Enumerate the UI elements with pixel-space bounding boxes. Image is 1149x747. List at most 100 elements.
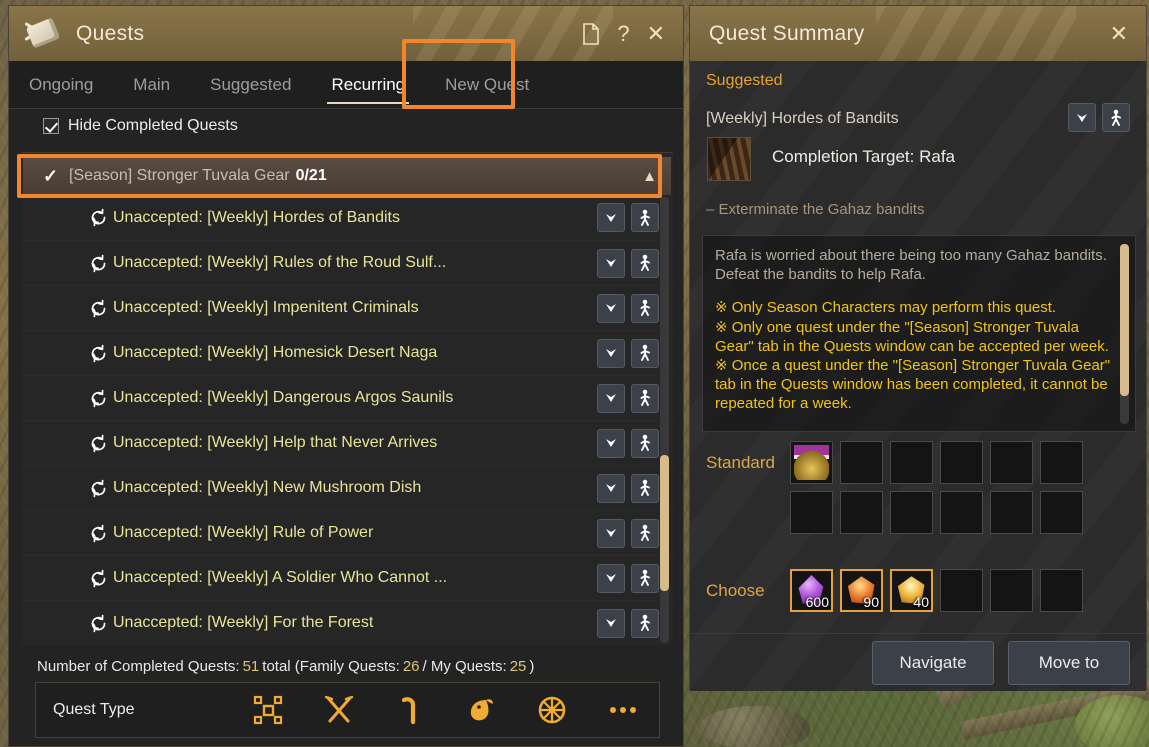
auto-walk-button[interactable] bbox=[631, 608, 659, 638]
tab-main[interactable]: Main bbox=[113, 61, 190, 108]
quest-summary-window: Quest Summary ✕ Suggested [Weekly] Horde… bbox=[689, 5, 1147, 691]
auto-walk-button[interactable] bbox=[631, 383, 659, 413]
reward-slot[interactable] bbox=[1040, 441, 1083, 484]
move-to-button[interactable]: Move to bbox=[1008, 640, 1130, 685]
quest-row[interactable]: Unaccepted: [Weekly] Dangerous Argos Sau… bbox=[21, 375, 673, 420]
combat-icon[interactable] bbox=[322, 693, 356, 727]
quest-row[interactable]: Unaccepted: [Weekly] New Mushroom Dish bbox=[21, 465, 673, 510]
tab-recurring[interactable]: Recurring bbox=[311, 61, 425, 108]
track-quest-button[interactable] bbox=[597, 203, 625, 232]
quest-row-actions bbox=[597, 473, 659, 503]
reward-slot[interactable] bbox=[790, 441, 833, 484]
auto-walk-button[interactable] bbox=[631, 428, 659, 458]
hoe-icon[interactable] bbox=[393, 693, 427, 727]
close-icon[interactable]: ✕ bbox=[1110, 22, 1128, 45]
completion-target: Completion Target: Rafa bbox=[772, 147, 956, 166]
check-icon: ✓ bbox=[43, 165, 59, 186]
quest-row-label: Unaccepted: [Weekly] Rule of Power bbox=[113, 524, 374, 541]
track-quest-button[interactable] bbox=[597, 338, 625, 368]
reward-slot[interactable] bbox=[990, 491, 1033, 534]
standard-slot-line bbox=[790, 491, 1083, 534]
auto-walk-button[interactable] bbox=[631, 518, 659, 548]
quest-row[interactable]: Unaccepted: [Weekly] A Soldier Who Canno… bbox=[21, 555, 673, 600]
track-quest-button[interactable] bbox=[597, 563, 625, 593]
track-quest-button[interactable] bbox=[597, 383, 625, 413]
reward-slot[interactable] bbox=[990, 441, 1033, 484]
close-icon[interactable]: ✕ bbox=[647, 22, 665, 45]
quest-category: Suggested bbox=[706, 72, 783, 89]
reward-slot[interactable] bbox=[840, 441, 883, 484]
quest-row[interactable]: Unaccepted: [Weekly] Rules of the Roud S… bbox=[21, 240, 673, 285]
repeatable-quest-icon bbox=[89, 614, 108, 633]
track-quest-button[interactable] bbox=[1068, 103, 1096, 132]
description-scrollbar[interactable] bbox=[1120, 244, 1129, 424]
quest-row[interactable]: Unaccepted: [Weekly] Rule of Power bbox=[21, 510, 673, 555]
wheel-icon[interactable] bbox=[535, 693, 569, 727]
quest-type-filters bbox=[251, 693, 659, 727]
quest-row[interactable]: Unaccepted: [Weekly] For the Forest bbox=[21, 600, 673, 645]
quest-row-actions bbox=[597, 563, 659, 593]
quest-row-label: Unaccepted: [Weekly] Rules of the Roud S… bbox=[113, 254, 447, 271]
auto-walk-button[interactable] bbox=[631, 293, 659, 323]
summary-body: Suggested [Weekly] Hordes of Bandits Com… bbox=[690, 61, 1146, 691]
note-icon[interactable] bbox=[582, 22, 600, 45]
tab-ongoing[interactable]: Ongoing bbox=[9, 61, 113, 108]
quest-description-plain: Rafa is worried about there being too ma… bbox=[715, 247, 1107, 284]
track-quest-button[interactable] bbox=[597, 428, 625, 458]
reward-slot[interactable] bbox=[1040, 491, 1083, 534]
reward-slot[interactable] bbox=[940, 491, 983, 534]
track-quest-button[interactable] bbox=[597, 473, 625, 503]
medal-icon bbox=[794, 445, 829, 480]
crafting-icon[interactable] bbox=[251, 693, 285, 727]
reward-slot[interactable] bbox=[1040, 569, 1083, 612]
quest-row-actions bbox=[597, 293, 659, 323]
quest-list-scrollbar[interactable] bbox=[660, 197, 669, 643]
auto-walk-button[interactable] bbox=[631, 563, 659, 593]
navigate-button[interactable]: Navigate bbox=[872, 640, 994, 685]
auto-walk-button[interactable] bbox=[1102, 103, 1130, 132]
quest-group-row[interactable]: ✓ [Season] Stronger Tuvala Gear 0/21 ▲ bbox=[23, 157, 671, 195]
reward-slot[interactable] bbox=[890, 491, 933, 534]
tab-suggested[interactable]: Suggested bbox=[190, 61, 311, 108]
description-scroll-thumb[interactable] bbox=[1120, 244, 1129, 396]
quest-row[interactable]: Unaccepted: [Weekly] Help that Never Arr… bbox=[21, 420, 673, 465]
hide-completed-label: Hide Completed Quests bbox=[68, 117, 238, 134]
hide-completed-checkbox[interactable] bbox=[43, 118, 59, 134]
reward-slot[interactable] bbox=[940, 441, 983, 484]
repeatable-quest-icon bbox=[89, 479, 108, 498]
auto-walk-button[interactable] bbox=[631, 338, 659, 368]
auto-walk-button[interactable] bbox=[631, 203, 659, 232]
auto-walk-button[interactable] bbox=[631, 248, 659, 278]
reward-slot[interactable] bbox=[940, 569, 983, 612]
reward-slot[interactable] bbox=[890, 441, 933, 484]
track-quest-button[interactable] bbox=[597, 293, 625, 323]
reward-slot[interactable] bbox=[840, 491, 883, 534]
quest-row[interactable]: Unaccepted: [Weekly] Hordes of Bandits bbox=[21, 195, 673, 240]
more-icon[interactable] bbox=[606, 693, 640, 727]
repeatable-quest-icon bbox=[89, 208, 108, 227]
quest-list-scroll-thumb[interactable] bbox=[660, 455, 669, 591]
reward-slot[interactable]: 40 bbox=[890, 569, 933, 612]
reward-slot[interactable] bbox=[790, 491, 833, 534]
quest-row[interactable]: Unaccepted: [Weekly] Impenitent Criminal… bbox=[21, 285, 673, 330]
repeatable-quest-icon bbox=[89, 389, 108, 408]
reward-slot[interactable] bbox=[990, 569, 1033, 612]
quests-titlebar: Quests ? ✕ bbox=[9, 6, 683, 61]
chevron-up-icon[interactable]: ▲ bbox=[642, 168, 657, 185]
quest-row-actions bbox=[597, 338, 659, 368]
hide-completed-row[interactable]: Hide Completed Quests bbox=[9, 109, 683, 143]
reward-slot[interactable]: 90 bbox=[840, 569, 883, 612]
quest-row-label: Unaccepted: [Weekly] A Soldier Who Canno… bbox=[113, 569, 448, 586]
tab-new-quest[interactable]: New Quest bbox=[425, 61, 549, 108]
quest-description-box[interactable]: Rafa is worried about there being too ma… bbox=[702, 235, 1136, 432]
help-icon[interactable]: ? bbox=[617, 22, 629, 45]
quest-row[interactable]: Unaccepted: [Weekly] Homesick Desert Nag… bbox=[21, 330, 673, 375]
standard-rewards-row: Standard bbox=[702, 441, 1136, 534]
auto-walk-button[interactable] bbox=[631, 473, 659, 503]
completed-suffix: ) bbox=[529, 657, 535, 675]
track-quest-button[interactable] bbox=[597, 248, 625, 278]
reward-slot[interactable]: 600 bbox=[790, 569, 833, 612]
track-quest-button[interactable] bbox=[597, 518, 625, 548]
fish-icon[interactable] bbox=[464, 693, 498, 727]
track-quest-button[interactable] bbox=[597, 608, 625, 638]
